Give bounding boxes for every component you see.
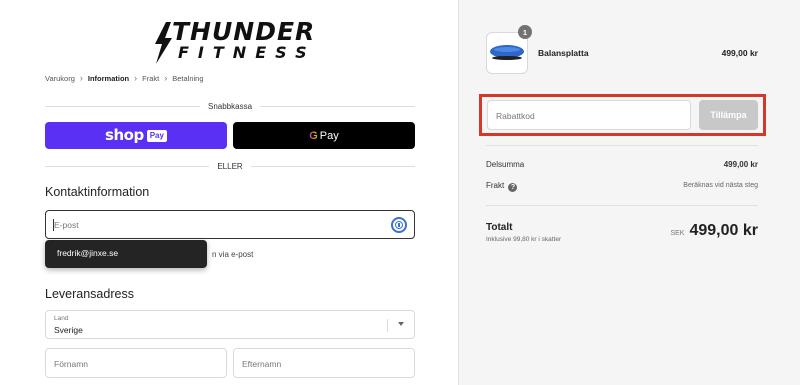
summary-divider: [486, 145, 758, 146]
discount-code-input[interactable]: Rabattkod: [487, 100, 691, 130]
logo-line2: FITNESS: [178, 43, 316, 62]
chevron-right-icon: ›: [79, 73, 83, 83]
breadcrumb-shipping: Frakt: [142, 74, 160, 83]
breadcrumb: Varukorg › Information › Frakt › Betalni…: [45, 73, 204, 84]
country-value: Sverige: [54, 325, 83, 335]
chevron-right-icon: ›: [164, 73, 168, 83]
express-checkout-divider: Snabbkassa: [45, 100, 415, 112]
total-amount: SEK 499,00 kr: [670, 222, 758, 240]
brand-logo[interactable]: THUNDER FITNESS: [150, 19, 314, 66]
total-value: 499,00 kr: [689, 222, 758, 239]
first-name-field[interactable]: Förnamn: [45, 348, 227, 378]
lightning-bolt-icon: [155, 22, 172, 64]
currency-code: SEK: [670, 230, 685, 237]
shipping-value: Beräknas vid nästa steg: [683, 182, 758, 189]
google-g-icon: G: [309, 129, 318, 142]
breadcrumb-cart[interactable]: Varukorg: [45, 74, 75, 83]
email-field[interactable]: E-post: [45, 210, 415, 239]
product-name: Balansplatta: [538, 48, 589, 58]
info-icon[interactable]: [391, 217, 407, 233]
express-checkout-label: Snabbkassa: [207, 101, 253, 111]
google-pay-button[interactable]: G Pay: [233, 122, 415, 149]
discount-placeholder: Rabattkod: [496, 111, 535, 121]
email-optin-label: n via e-post: [212, 250, 254, 259]
subtotal-label: Delsumma: [486, 160, 525, 169]
country-select[interactable]: Land Sverige: [45, 310, 415, 339]
country-label: Land: [54, 315, 69, 322]
contact-title: Kontaktinformation: [45, 185, 150, 199]
apply-discount-button[interactable]: Tillämpa: [699, 100, 758, 130]
google-pay-label: Pay: [319, 129, 339, 142]
breadcrumb-information: Information: [87, 74, 130, 83]
logo-line1: THUNDER: [172, 17, 316, 46]
shipping-label: Frakt: [486, 181, 505, 190]
first-name-placeholder: Förnamn: [54, 359, 89, 369]
total-label: Totalt: [486, 222, 513, 233]
checkout-main: THUNDER FITNESS Varukorg › Information ›…: [0, 0, 458, 385]
select-divider: [387, 319, 388, 332]
shop-pay-wordmark: shop: [105, 126, 144, 144]
tax-note: Inklusive 99,80 kr i skatter: [486, 236, 562, 243]
summary-divider: [486, 205, 758, 206]
balance-board-base: [492, 56, 522, 60]
shop-pay-button[interactable]: shop Pay: [45, 122, 227, 149]
chevron-down-icon: [398, 322, 404, 326]
subtotal-value: 499,00 kr: [723, 160, 758, 169]
breadcrumb-payment: Betalning: [172, 74, 204, 83]
shop-pay-badge: Pay: [146, 129, 167, 142]
email-placeholder: E-post: [54, 220, 79, 230]
last-name-placeholder: Efternamn: [242, 359, 282, 369]
chevron-right-icon: ›: [134, 73, 138, 83]
last-name-field[interactable]: Efternamn: [233, 348, 415, 378]
or-label: ELLER: [217, 161, 243, 171]
product-price: 499,00 kr: [721, 48, 758, 58]
or-divider: ELLER: [45, 160, 415, 172]
email-autocomplete-suggestion[interactable]: fredrik@jinxe.se: [45, 240, 207, 268]
question-icon[interactable]: ?: [508, 183, 518, 192]
quantity-badge: 1: [518, 25, 532, 39]
shipping-row: Frakt ?: [486, 181, 518, 192]
shipping-address-title: Leveransadress: [45, 287, 134, 301]
